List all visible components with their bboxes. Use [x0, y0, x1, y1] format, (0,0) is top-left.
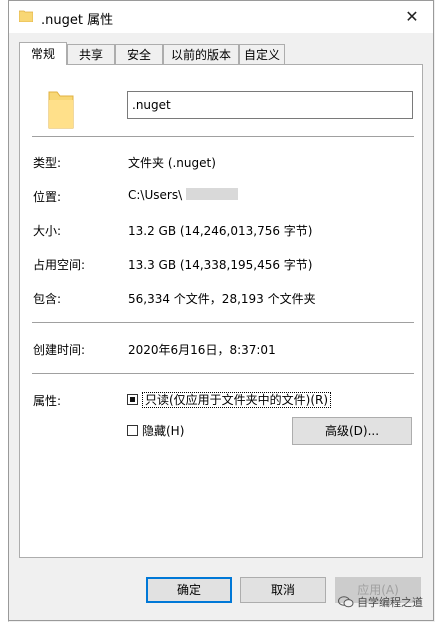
redacted-username: [186, 188, 239, 200]
readonly-check-box[interactable]: [127, 394, 138, 405]
tab-label: 共享: [78, 48, 103, 62]
created-label: 创建时间:: [33, 343, 86, 357]
properties-dialog: .nuget 属性 ✕ 常规 共享 安全 以前的版本 自定义 类型: 文件夹 (…: [8, 0, 434, 621]
contains-value: 56,334 个文件，28,193 个文件夹: [128, 292, 316, 306]
close-icon: ✕: [405, 7, 419, 26]
hidden-checkbox[interactable]: 隐藏(H): [127, 422, 184, 440]
tab-label: 自定义: [243, 48, 280, 62]
separator: [32, 322, 414, 323]
location-label: 位置:: [33, 190, 62, 204]
created-value: 2020年6月16日，8:37:01: [128, 343, 276, 357]
wechat-icon: [338, 596, 354, 608]
readonly-checkbox[interactable]: 只读(仅应用于文件夹中的文件)(R): [127, 391, 332, 409]
ok-button[interactable]: 确定: [146, 577, 232, 603]
size-on-disk-label: 占用空间:: [33, 258, 86, 272]
close-button[interactable]: ✕: [399, 5, 425, 29]
location-text: C:\Users\: [128, 188, 183, 202]
type-value: 文件夹 (.nuget): [128, 156, 216, 170]
watermark: 自学编程之道: [338, 594, 423, 610]
location-value: C:\Users\: [128, 188, 239, 202]
folder-icon: [19, 10, 33, 22]
type-label: 类型:: [33, 156, 62, 170]
separator: [32, 136, 414, 137]
tab-general[interactable]: 常规: [19, 42, 67, 65]
tab-sharing[interactable]: 共享: [67, 44, 115, 64]
tab-security[interactable]: 安全: [115, 44, 163, 64]
title-bar: .nuget 属性 ✕: [9, 1, 433, 33]
contains-label: 包含:: [33, 292, 62, 306]
advanced-button[interactable]: 高级(D)...: [292, 417, 412, 445]
folder-name-input[interactable]: [127, 91, 413, 119]
watermark-text: 自学编程之道: [357, 596, 423, 609]
hidden-check-box[interactable]: [127, 425, 138, 436]
size-on-disk-value: 13.3 GB (14,338,195,456 字节): [128, 258, 313, 272]
attributes-label: 属性:: [33, 394, 62, 408]
tab-label: 常规: [30, 47, 55, 61]
tab-previous-versions[interactable]: 以前的版本: [163, 44, 239, 64]
readonly-check-label: 只读(仅应用于文件夹中的文件)(R): [142, 392, 332, 408]
window-title: .nuget 属性: [41, 13, 114, 28]
separator: [32, 373, 414, 374]
tab-customize[interactable]: 自定义: [239, 44, 285, 64]
folder-icon: [48, 91, 74, 129]
cancel-button[interactable]: 取消: [240, 577, 326, 603]
size-value: 13.2 GB (14,246,013,756 字节): [128, 224, 313, 238]
hidden-check-label: 隐藏(H): [142, 424, 185, 438]
tab-label: 安全: [126, 48, 151, 62]
general-panel: 类型: 文件夹 (.nuget) 位置: C:\Users\ 大小: 13.2 …: [19, 64, 423, 558]
tab-label: 以前的版本: [170, 48, 231, 62]
size-label: 大小:: [33, 224, 62, 238]
